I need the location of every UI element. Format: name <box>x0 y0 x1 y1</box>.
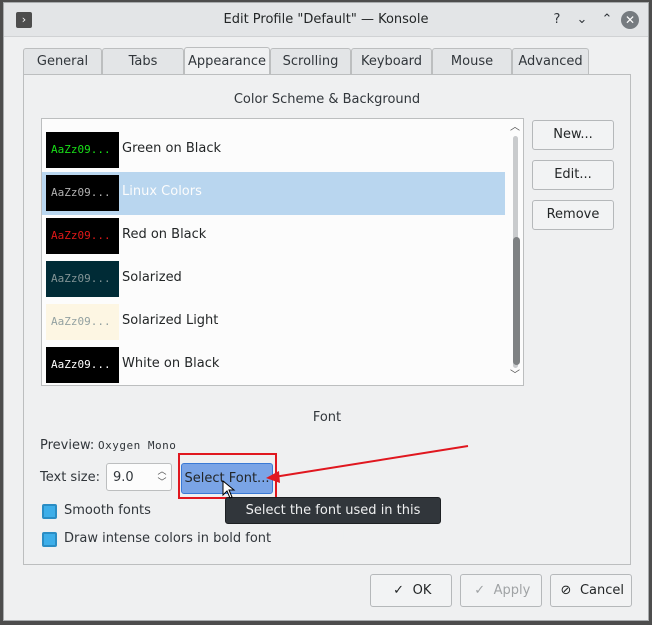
annotation-arrow-line <box>273 445 469 478</box>
annotation-arrow-head <box>266 471 280 483</box>
annotation-arrow <box>266 445 469 483</box>
mouse-cursor-icon <box>222 480 236 499</box>
